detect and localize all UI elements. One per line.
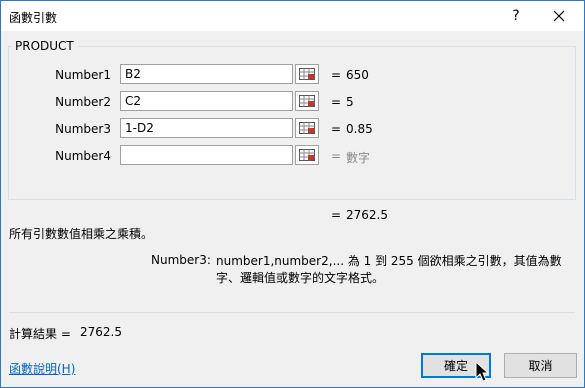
function-description: 所有引數數值相乘之乘積。 — [9, 227, 154, 241]
help-label: ? — [512, 8, 520, 24]
mouse-pointer-icon — [475, 361, 489, 382]
arg-equals: = — [331, 122, 342, 136]
arg-result-number2: 5 — [346, 95, 354, 109]
number4-ref-button[interactable] — [295, 145, 319, 165]
help-button[interactable]: ? — [501, 3, 531, 29]
calc-result-label: 計算結果 = — [9, 327, 71, 341]
arg-equals: = — [331, 95, 342, 109]
collapse-dialog-icon — [299, 95, 315, 107]
arg-help-text: number1,number2,... 為 1 到 255 個欲相乘之引數，其值… — [216, 254, 562, 285]
number4-input[interactable] — [120, 145, 293, 165]
formula-result: 2762.5 — [346, 208, 388, 222]
arg-result-number3: 0.85 — [346, 122, 373, 136]
arg-equals: = — [331, 149, 342, 163]
collapse-dialog-icon — [299, 149, 315, 161]
number2-ref-button[interactable] — [295, 91, 319, 111]
arg-help-name: Number3: — [151, 253, 211, 267]
window-title: 函數引數 — [9, 11, 58, 25]
number3-input[interactable] — [120, 118, 293, 138]
number1-input[interactable] — [120, 64, 293, 84]
function-help-link[interactable]: 函數說明(H) — [9, 360, 75, 377]
cancel-button[interactable]: 取消 — [504, 353, 577, 378]
title-bar: 函數引數 ? — [1, 1, 584, 31]
arg-result-number1: 650 — [346, 68, 369, 82]
function-name: PRODUCT — [12, 39, 77, 53]
ok-label: 確定 — [443, 359, 468, 373]
arg-label-number4: Number4 — [55, 149, 111, 163]
number2-input[interactable] — [120, 91, 293, 111]
number1-ref-button[interactable] — [295, 64, 319, 84]
arg-result-number4: 數字 — [346, 151, 371, 165]
collapse-dialog-icon — [299, 68, 315, 80]
arg-label-number1: Number1 — [55, 68, 111, 82]
arg-label-number3: Number3 — [55, 122, 111, 136]
cancel-label: 取消 — [528, 359, 553, 373]
calc-result-value: 2762.5 — [80, 325, 122, 339]
function-arguments-dialog: 函數引數 ? PRODUCT Number1 = 650 Number2 — [0, 0, 585, 388]
close-button[interactable] — [541, 3, 577, 29]
arg-label-number2: Number2 — [55, 95, 111, 109]
footer-divider — [9, 312, 575, 313]
arg-equals: = — [331, 68, 342, 82]
collapse-dialog-icon — [299, 122, 315, 134]
close-icon — [553, 10, 565, 22]
formula-result-equals: = — [331, 208, 342, 222]
number3-ref-button[interactable] — [295, 118, 319, 138]
